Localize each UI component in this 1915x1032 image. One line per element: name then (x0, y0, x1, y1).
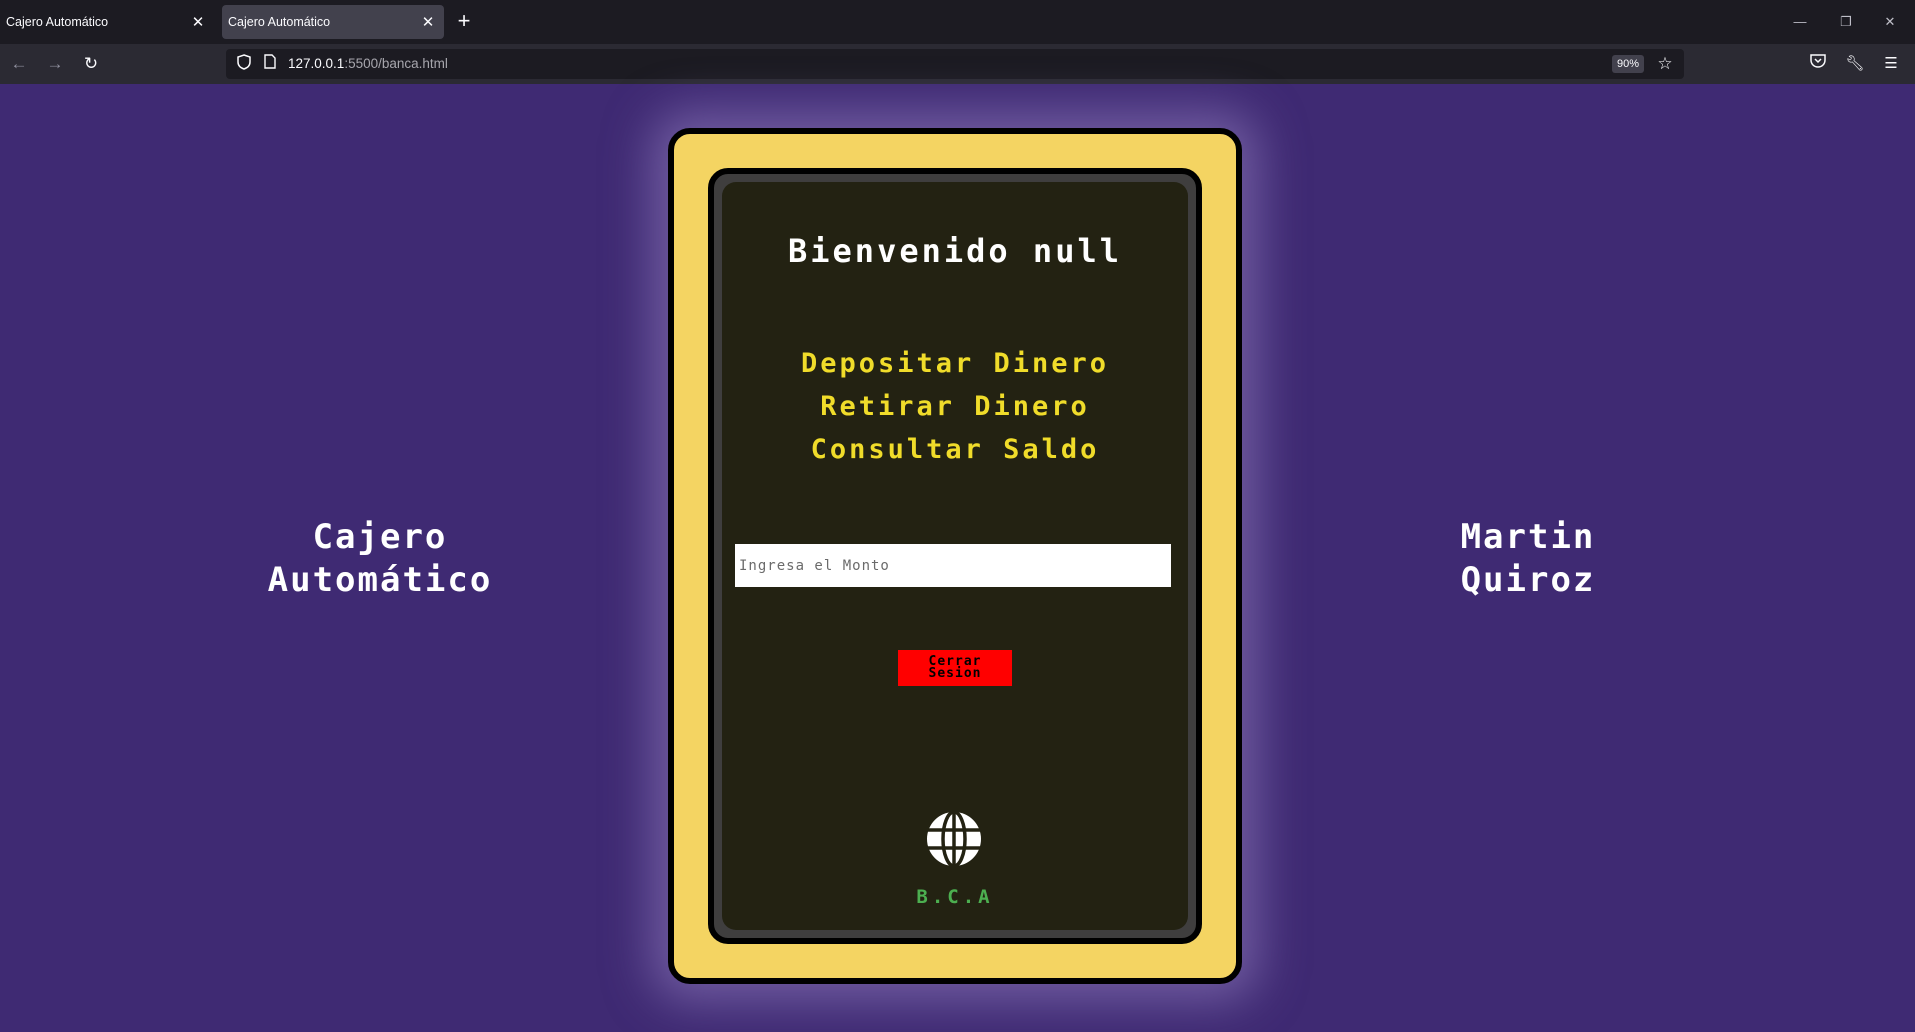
restore-icon[interactable]: ❐ (1826, 8, 1866, 36)
minimize-icon[interactable]: — (1780, 8, 1820, 36)
wrench-icon[interactable]: 🔧︎ (1843, 52, 1867, 76)
atm-screen: Bienvenido null Depositar Dinero Retirar… (722, 182, 1188, 930)
url-path: :5500/banca.html (344, 56, 448, 71)
amount-input[interactable] (735, 544, 1171, 587)
tab-title: Cajero Automático (228, 15, 331, 29)
page-body: Cajero Automático Martin Quiroz Bienveni… (0, 84, 1915, 1032)
star-icon[interactable]: ☆ (1654, 53, 1676, 75)
shield-icon[interactable] (234, 54, 254, 74)
address-bar[interactable]: 127.0.0.1:5500/banca.html 90% ☆ (226, 49, 1684, 79)
tab-title: Cajero Automático (6, 15, 109, 29)
page-icon[interactable] (260, 54, 280, 74)
logout-button[interactable]: Cerrar Sesion (898, 650, 1012, 686)
close-icon[interactable]: ✕ (418, 12, 438, 32)
welcome-heading: Bienvenido null (788, 232, 1122, 270)
author-name-line1: Martin (1460, 517, 1596, 557)
hamburger-menu-icon[interactable]: ☰ (1879, 52, 1903, 76)
app-title: Cajero Automático (180, 516, 580, 602)
reload-icon[interactable]: ↻ (79, 52, 103, 76)
app-title-line1: Cajero (312, 517, 448, 557)
tab-cajero-1[interactable]: Cajero Automático ✕ (0, 5, 214, 39)
menu-deposit-money[interactable]: Depositar Dinero (722, 348, 1188, 379)
arrow-left-icon[interactable]: ← (7, 52, 31, 76)
url-host: 127.0.0.1 (288, 56, 345, 71)
author-name-line2: Quiroz (1460, 560, 1596, 600)
new-tab-plus-icon[interactable]: + (452, 10, 476, 34)
window-close-icon[interactable]: ✕ (1870, 8, 1910, 36)
zoom-level-badge[interactable]: 90% (1612, 55, 1644, 73)
author-name: Martin Quiroz (1328, 516, 1728, 602)
atm-screen-frame: Bienvenido null Depositar Dinero Retirar… (708, 168, 1202, 944)
bank-name: B.C.A (916, 886, 994, 908)
app-title-line2: Automático (267, 560, 493, 600)
tab-bar: Cajero Automático ✕ Cajero Automático ✕ … (0, 0, 1915, 44)
atm-machine: Bienvenido null Depositar Dinero Retirar… (668, 128, 1242, 984)
url-text[interactable]: 127.0.0.1:5500/banca.html (288, 56, 448, 71)
menu-withdraw-money[interactable]: Retirar Dinero (722, 391, 1188, 422)
arrow-right-icon[interactable]: → (43, 52, 67, 76)
navigation-toolbar: ← → ↻ 127.0.0.1:5500/banca.html 90% ☆ 🔧︎… (0, 44, 1915, 84)
globe-icon (927, 810, 981, 868)
menu-check-balance[interactable]: Consultar Saldo (722, 434, 1188, 465)
close-icon[interactable]: ✕ (188, 12, 208, 32)
tab-cajero-2-active[interactable]: Cajero Automático ✕ (222, 5, 444, 39)
pocket-icon[interactable] (1806, 52, 1830, 76)
